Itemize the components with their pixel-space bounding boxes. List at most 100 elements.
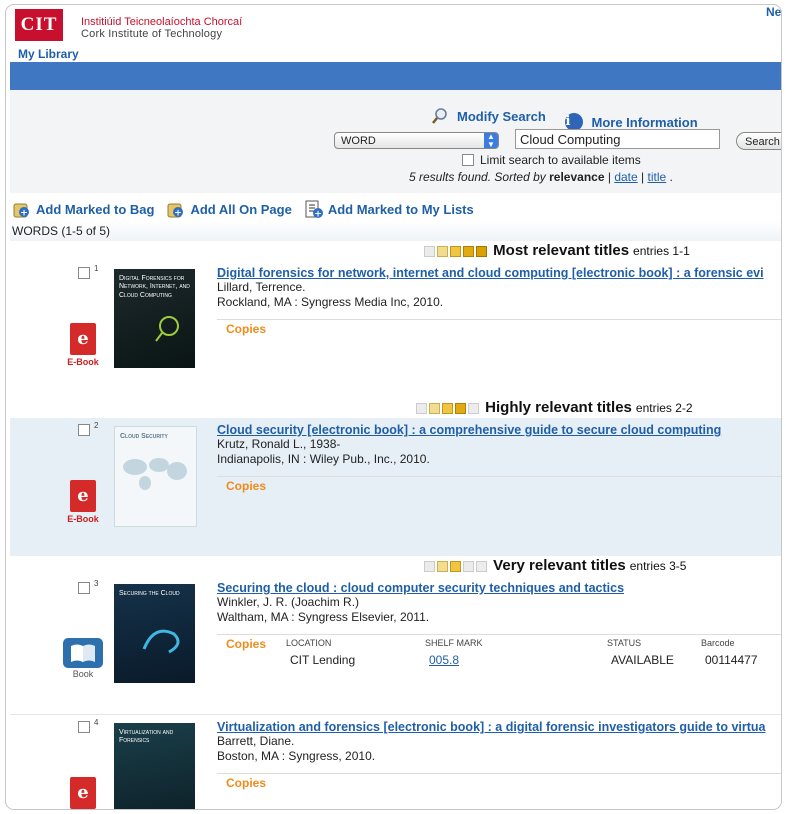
copies-link[interactable]: Copies — [226, 479, 266, 493]
list-add-icon: + — [304, 199, 324, 220]
relevance-band: Highly relevant titles entries 2-2 — [10, 399, 781, 417]
band-title: Very relevant titles — [493, 557, 626, 574]
record-number: 1 — [94, 264, 99, 273]
relevance-meter-icon — [437, 560, 448, 572]
book-cover[interactable]: Cloud Security — [114, 426, 197, 527]
record-title-link[interactable]: Cloud security [electronic book] : a com… — [217, 423, 721, 437]
record-number: 4 — [94, 718, 99, 727]
record-title-link[interactable]: Digital forensics for network, internet … — [217, 266, 764, 280]
book-cover[interactable]: Virtualization and Forensics — [114, 723, 195, 809]
relevance-band: Very relevant titles entries 3-5 — [10, 557, 781, 575]
copies-link[interactable]: Copies — [226, 637, 266, 651]
relevance-meter-icon — [416, 402, 427, 414]
book-cover[interactable]: Digital Forensics for Network, Internet,… — [114, 269, 195, 368]
record-checkbox[interactable] — [78, 267, 90, 279]
cover-title: Securing the Cloud — [119, 590, 180, 597]
my-library-link[interactable]: My Library — [18, 47, 79, 61]
more-information-label: More Information — [591, 114, 698, 130]
relevance-meter-icon — [468, 402, 479, 414]
ebook-format[interactable]: e — [63, 777, 103, 809]
relevance-meter-icon — [424, 245, 435, 257]
format-label: E-Book — [67, 357, 99, 367]
search-input[interactable]: Cloud Computing — [515, 129, 720, 149]
window-frame: CIT Institiúid Teicneolaíochta Chorcaí C… — [5, 4, 782, 810]
cit-logo[interactable]: CIT — [15, 9, 63, 41]
select-arrows-icon: ▲ ▼ — [484, 133, 498, 149]
separator: | — [641, 170, 645, 184]
band-title: Most relevant titles — [493, 242, 630, 259]
ebook-format[interactable]: e E-Book — [63, 480, 103, 524]
record-title-link[interactable]: Securing the cloud : cloud computer secu… — [217, 581, 624, 595]
relevance-meter-icon — [463, 245, 474, 257]
band-title: Highly relevant titles — [485, 399, 632, 416]
add-marked-to-bag-button[interactable]: + Add Marked to Bag — [12, 199, 154, 219]
record-number: 2 — [94, 421, 99, 430]
holding-status: AVAILABLE — [611, 653, 674, 667]
sort-relevance: relevance — [549, 170, 605, 184]
relevance-meter-icon — [450, 560, 461, 572]
add-marked-to-bag-label: Add Marked to Bag — [36, 201, 155, 217]
relevance-meter-icon — [455, 402, 466, 414]
search-type-value: WORD — [341, 135, 376, 147]
result-record: 2 Cloud Security e E-Book Cloud security… — [10, 418, 781, 556]
svg-text:+: + — [314, 210, 322, 220]
search-links: Modify Search i More Information — [431, 107, 714, 131]
copies-link[interactable]: Copies — [226, 776, 266, 790]
add-marked-to-my-lists-button[interactable]: + Add Marked to My Lists — [304, 199, 474, 220]
record-checkbox[interactable] — [78, 721, 90, 733]
relevance-meter-icon — [476, 245, 487, 257]
copies-link[interactable]: Copies — [226, 322, 266, 336]
shelf-mark-link[interactable]: 005.8 — [429, 653, 459, 667]
sort-date-link[interactable]: date — [614, 170, 637, 184]
cover-title: Digital Forensics for Network, Internet,… — [119, 275, 190, 299]
barcode-header: Barcode — [701, 638, 735, 648]
record-author: Barrett, Diane. — [217, 734, 295, 748]
book-cover[interactable]: Securing the Cloud — [114, 584, 195, 683]
format-label: Book — [72, 669, 94, 679]
limit-checkbox[interactable] — [462, 154, 474, 166]
status-header: STATUS — [607, 638, 642, 648]
search-type-select[interactable]: WORD ▲ ▼ — [334, 132, 499, 149]
limit-label: Limit search to available items — [480, 153, 641, 167]
divider — [217, 634, 781, 635]
record-checkbox[interactable] — [78, 424, 90, 436]
magnifier-icon — [431, 107, 449, 125]
record-number: 3 — [94, 579, 99, 588]
results-count: 5 results found. — [409, 170, 492, 184]
relevance-band-label: Most relevant titles entries 1-1 — [424, 242, 690, 259]
add-all-on-page-button[interactable]: + Add All On Page — [166, 199, 292, 219]
ebook-format[interactable]: e E-Book — [63, 323, 103, 367]
divider — [217, 319, 781, 320]
relevance-meter-icon — [450, 245, 461, 257]
cover-title: Cloud Security — [120, 433, 168, 440]
band-entries: entries 3-5 — [629, 559, 687, 573]
record-checkbox[interactable] — [78, 582, 90, 594]
band-entries: entries 2-2 — [635, 401, 693, 415]
results-summary: 5 results found. Sorted by relevance | d… — [409, 170, 673, 184]
words-count-label: WORDS (1-5 of 5) — [12, 224, 111, 238]
ebook-icon: e — [70, 777, 96, 809]
record-author: Lillard, Terrence. — [217, 280, 306, 294]
record-publication: Boston, MA : Syngress, 2010. — [217, 749, 376, 763]
holding-barcode: 00114477 — [705, 653, 758, 667]
sort-title-link[interactable]: title — [648, 170, 667, 184]
relevance-meter-icon — [424, 560, 435, 572]
add-all-on-page-label: Add All On Page — [190, 201, 292, 217]
relevance-band-label: Very relevant titles entries 3-5 — [424, 557, 686, 574]
search-button[interactable]: Search — [736, 132, 781, 150]
record-publication: Waltham, MA : Syngress Elsevier, 2011. — [217, 610, 430, 624]
relevance-band: Most relevant titles entries 1-1 — [10, 242, 781, 260]
record-title-link[interactable]: Virtualization and forensics [electronic… — [217, 720, 765, 734]
result-record: 1 Digital Forensics for Network, Interne… — [10, 261, 781, 401]
separator: | — [607, 170, 611, 184]
marking-toolbar: + Add Marked to Bag + Add All On Page + … — [12, 199, 486, 220]
svg-text:+: + — [175, 209, 183, 219]
corner-link[interactable]: Ne — [766, 5, 781, 19]
location-header: LOCATION — [286, 638, 332, 648]
ebook-icon: e — [70, 480, 96, 512]
modify-search-link[interactable]: Modify Search — [431, 107, 554, 125]
relevance-meter-icon — [463, 560, 474, 572]
book-format[interactable]: Book — [63, 638, 103, 679]
record-publication: Rockland, MA : Syngress Media Inc, 2010. — [217, 295, 444, 309]
bag-add-icon: + — [12, 199, 32, 219]
